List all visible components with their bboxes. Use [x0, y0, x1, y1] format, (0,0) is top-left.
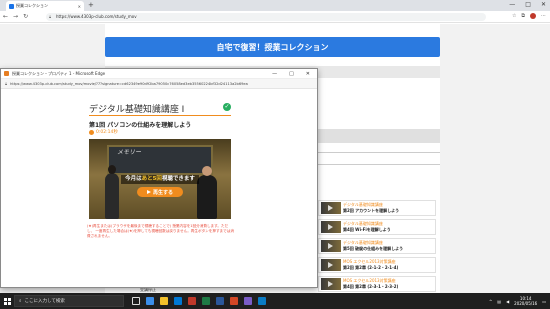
popup-window-controls: — □ ✕ — [272, 71, 314, 77]
site-favicon-icon — [4, 71, 9, 76]
task-view-icon[interactable] — [132, 297, 140, 305]
lesson-list: デジタル基礎知識講座 第2回 アカウントを理解しよう デジタル基礎知識講座 第4回 … — [318, 200, 436, 295]
play-icon — [146, 190, 151, 194]
video-thumbnail — [321, 221, 341, 233]
popup-url: https://www.4303p-club.com/study_mov/mov… — [10, 81, 248, 86]
taskbar-apps — [132, 297, 266, 305]
whiteboard-text: メモリー — [117, 149, 142, 156]
collections-icon[interactable]: ⧉ — [521, 13, 525, 19]
course-title: デジタル基礎知識講座 Ⅰ — [89, 105, 185, 115]
video-thumbnail — [321, 259, 341, 271]
close-button[interactable]: ✕ — [541, 1, 546, 8]
minimize-button[interactable]: — — [272, 71, 277, 77]
list-item[interactable]: MOS エクセル2013対策講座 第2回 第2章 (2-1-2・2-1-4) — [318, 257, 436, 273]
usage-notice: (★)再生または(ブラウザを最後まで視聴することで) 授業内容を1回分消費します… — [87, 224, 234, 238]
completed-check-icon: ✓ — [223, 103, 231, 111]
powerpoint-icon[interactable] — [230, 297, 238, 305]
clock[interactable]: 10:14 2020/05/16 — [514, 296, 537, 306]
clock-icon — [89, 129, 94, 135]
outlook-icon[interactable] — [258, 297, 266, 305]
favorite-star-icon[interactable]: ☆ — [512, 13, 516, 19]
edge-icon[interactable] — [146, 297, 154, 305]
section-header-bar — [315, 129, 440, 143]
lesson-title: 第2回 第2章 (2-1-2・2-1-4) — [343, 265, 399, 270]
video-thumbnail — [321, 202, 341, 214]
popup-title-bar: 授業コレクション・プロパティ 1 - Microsoft Edge — □ ✕ — [1, 69, 317, 79]
address-bar[interactable]: 🔒︎ https://www.4303p-club.com/study_mov — [46, 13, 486, 21]
browser-tab-title: 授業コレクション — [16, 3, 48, 8]
file-explorer-icon[interactable] — [160, 297, 168, 305]
list-item[interactable]: デジタル基礎知識講座 第2回 アカウントを理解しよう — [318, 200, 436, 216]
start-button[interactable] — [0, 293, 14, 309]
navigation-buttons: ← → ↻ — [3, 13, 28, 20]
search-icon: ⌕ — [19, 299, 22, 304]
list-item[interactable]: デジタル基礎知識講座 第5回 破綻の仕組みを理解しよう — [318, 238, 436, 254]
popup-content: デジタル基礎知識講座 Ⅰ ✓ 第1回 パソコンの仕組みを理解しよう 0:02:1… — [1, 89, 317, 287]
lesson-heading: 第1回 パソコンの仕組みを理解しよう — [89, 122, 192, 129]
browser-tab[interactable]: 授業コレクション ✕ — [6, 1, 84, 11]
tab-close-icon[interactable]: ✕ — [78, 4, 81, 9]
app-icon[interactable] — [188, 297, 196, 305]
browser-tools: ☆ ⧉ ⋯ — [512, 13, 546, 19]
play-button-label: 再生する — [152, 189, 173, 196]
minimize-button[interactable]: — — [509, 1, 515, 8]
lesson-title: 第4回 Wi-Fiを理解しよう — [343, 227, 391, 232]
notification-icon[interactable]: ▭ — [542, 299, 546, 304]
video-popup-window: 授業コレクション・プロパティ 1 - Microsoft Edge — □ ✕ … — [0, 68, 318, 288]
more-menu-icon[interactable]: ⋯ — [541, 13, 546, 19]
lesson-title: 第4回 第2章 (2-3-1・2-3-2) — [343, 284, 399, 289]
popup-address-bar[interactable]: 🔒︎ https://www.4303p-club.com/study_mov/… — [1, 79, 317, 89]
back-arrow-icon[interactable]: ← — [3, 13, 8, 20]
list-item[interactable]: MOS エクセル2013対策講座 第4回 第2章 (2-3-1・2-3-2) — [318, 276, 436, 292]
site-favicon-icon — [9, 3, 14, 9]
address-bar-url: https://www.4303p-club.com/study_mov — [56, 14, 137, 19]
video-player[interactable]: メモリー 今月はあと5回視聴できます 再生する — [89, 139, 231, 219]
list-item[interactable]: デジタル基礎知識講座 第4回 Wi-Fiを理解しよう — [318, 219, 436, 235]
lesson-title: 第5回 破綻の仕組みを理解しよう — [343, 246, 404, 251]
taskbar: ⌕ ここに入力して検索 ^ ▤ ◀ 10:14 2020/05/16 ▭ — [0, 293, 550, 309]
volume-icon[interactable]: ◀ — [506, 299, 509, 304]
presenter-right — [197, 166, 217, 219]
video-thumbnail — [321, 278, 341, 290]
browser-tab-bar: 授業コレクション ✕ + — □ ✕ — [0, 0, 550, 11]
lock-icon: 🔒︎ — [49, 14, 52, 19]
hero-banner: 自宅で復習！授業コレクション — [105, 37, 440, 57]
refresh-icon[interactable]: ↻ — [23, 13, 28, 20]
lock-icon: 🔒︎ — [5, 81, 8, 86]
taskbar-search[interactable]: ⌕ ここに入力して検索 — [14, 295, 124, 307]
search-placeholder: ここに入力して検索 — [24, 299, 65, 304]
duration-text: 0:02:14秒 — [96, 130, 118, 135]
close-button[interactable]: ✕ — [306, 71, 310, 77]
maximize-button[interactable]: □ — [289, 71, 294, 77]
new-tab-button[interactable]: + — [88, 1, 94, 9]
maximize-button[interactable]: □ — [525, 1, 531, 8]
lesson-title: 第2回 アカウントを理解しよう — [343, 208, 400, 213]
network-icon[interactable]: ▤ — [497, 299, 501, 304]
onenote-icon[interactable] — [244, 297, 252, 305]
video-thumbnail — [321, 240, 341, 252]
excel-icon[interactable] — [202, 297, 210, 305]
chevron-up-icon[interactable]: ^ — [489, 299, 492, 304]
store-icon[interactable] — [174, 297, 182, 305]
duration: 0:02:14秒 — [89, 129, 118, 135]
view-count-overlay: 今月はあと5回視聴できます — [121, 175, 199, 184]
title-underline — [89, 115, 231, 116]
word-icon[interactable] — [216, 297, 224, 305]
divider — [315, 164, 440, 165]
windows-logo-icon — [3, 297, 11, 305]
popup-window-title: 授業コレクション・プロパティ 1 - Microsoft Edge — [12, 70, 106, 76]
divider — [315, 152, 440, 153]
address-toolbar: ← → ↻ 🔒︎ https://www.4303p-club.com/stud… — [0, 11, 550, 23]
profile-avatar[interactable] — [530, 13, 536, 19]
system-tray: ^ ▤ ◀ 10:14 2020/05/16 ▭ — [489, 293, 546, 309]
presenter-left — [105, 165, 119, 219]
forward-arrow-icon[interactable]: → — [13, 13, 18, 20]
window-controls: — □ ✕ — [509, 1, 546, 8]
play-button[interactable]: 再生する — [137, 187, 183, 197]
clock-date: 2020/05/16 — [514, 301, 538, 306]
